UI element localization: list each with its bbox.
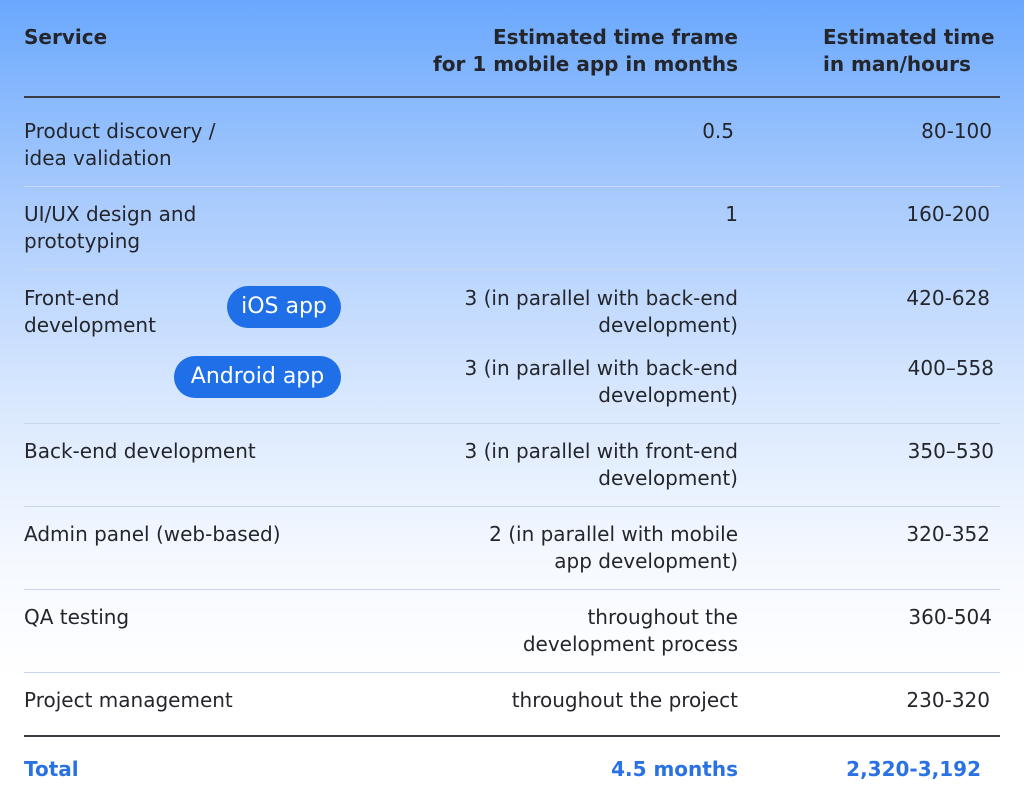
row-service-product-discovery: Product discovery / idea validation bbox=[24, 119, 216, 170]
row-hours: 350–530 bbox=[907, 439, 994, 463]
row-divider bbox=[24, 672, 1000, 673]
row-divider bbox=[24, 186, 1000, 187]
row-divider bbox=[24, 506, 1000, 507]
row-hours: 360-504 bbox=[908, 605, 992, 629]
row-hours: 420-628 bbox=[906, 286, 990, 310]
total-divider bbox=[24, 735, 1000, 737]
row-timeframe: 2 (in parallel with mobile app developme… bbox=[489, 522, 738, 573]
row-service-front-end: Front-end development bbox=[24, 286, 156, 337]
header-timeframe: Estimated time frame for 1 mobile app in… bbox=[433, 25, 738, 76]
row-timeframe: throughout the development process bbox=[522, 605, 738, 656]
android-app-badge: Android app bbox=[174, 356, 341, 398]
row-divider bbox=[24, 269, 1000, 270]
total-hours: 2,320-3,192 bbox=[846, 757, 981, 781]
row-divider bbox=[24, 589, 1000, 590]
header-divider bbox=[24, 96, 1000, 98]
row-hours: 400–558 bbox=[907, 356, 994, 380]
row-hours: 230-320 bbox=[906, 688, 990, 712]
row-hours: 80-100 bbox=[921, 119, 992, 143]
total-timeframe: 4.5 months bbox=[611, 757, 738, 781]
row-service-qa-testing: QA testing bbox=[24, 605, 130, 629]
row-service-project-management: Project management bbox=[24, 688, 233, 712]
row-hours: 320-352 bbox=[906, 522, 990, 546]
header-service: Service bbox=[24, 25, 108, 49]
row-timeframe: throughout the project bbox=[511, 688, 738, 712]
row-timeframe: 3 (in parallel with back-end development… bbox=[464, 356, 738, 407]
row-timeframe: 1 bbox=[725, 202, 738, 226]
row-timeframe: 0.5 bbox=[702, 119, 734, 143]
row-divider bbox=[24, 423, 1000, 424]
header-manhours: Estimated time in man/hours bbox=[823, 25, 995, 76]
row-hours: 160-200 bbox=[906, 202, 990, 226]
row-timeframe: 3 (in parallel with front-end developmen… bbox=[464, 439, 739, 490]
row-service-uiux-design: UI/UX design and prototyping bbox=[24, 202, 197, 253]
total-label: Total bbox=[24, 757, 79, 781]
row-service-back-end: Back-end development bbox=[24, 439, 256, 463]
row-service-admin-panel: Admin panel (web-based) bbox=[24, 522, 281, 546]
row-timeframe: 3 (in parallel with back-end development… bbox=[464, 286, 738, 337]
ios-app-badge: iOS app bbox=[227, 286, 341, 328]
